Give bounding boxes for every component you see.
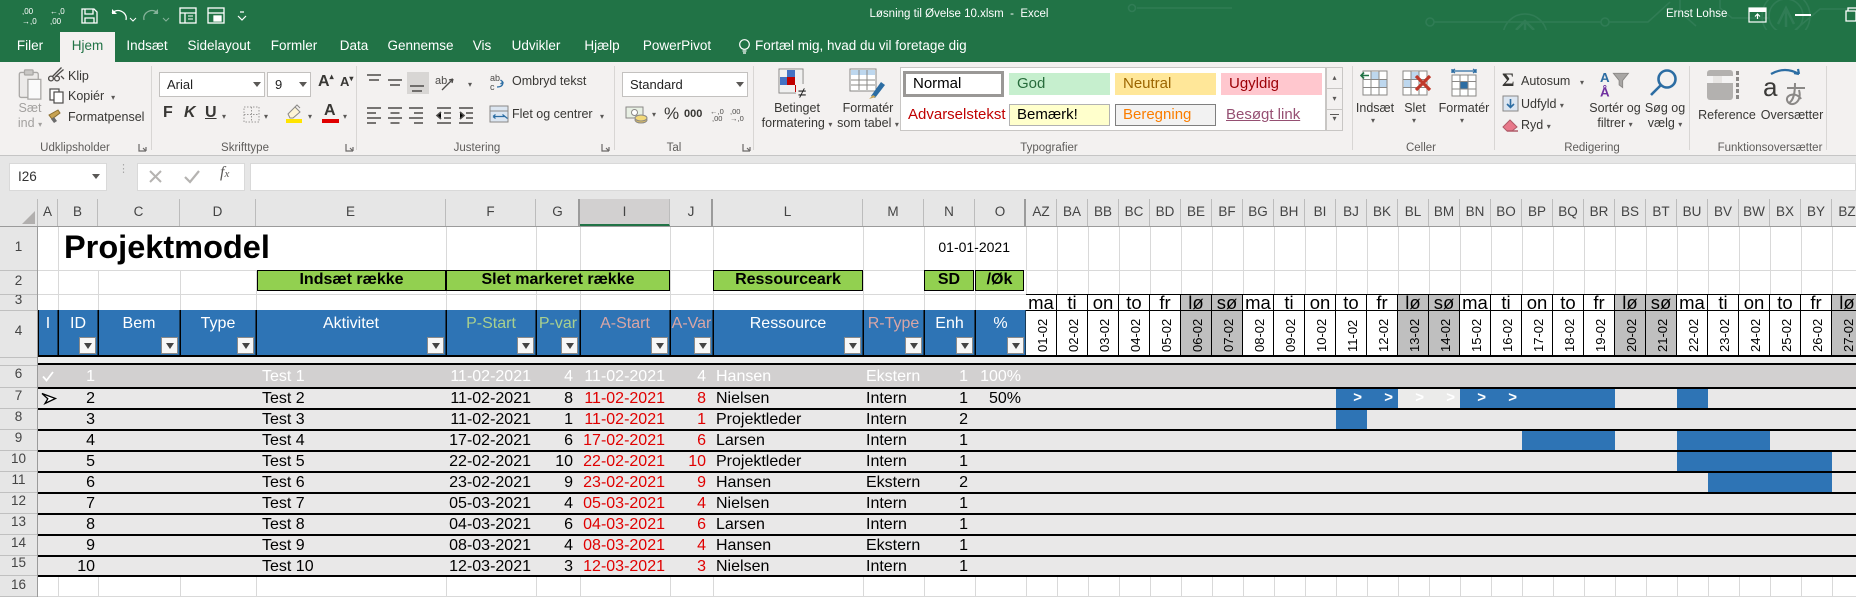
svg-text:≠: ≠ <box>798 85 806 100</box>
svg-text:→,0: →,0 <box>22 17 37 26</box>
svg-text:a: a <box>1763 72 1778 102</box>
svg-text:←,0: ←,0 <box>50 7 65 16</box>
svg-text:A: A <box>1600 70 1610 85</box>
svg-text:c: c <box>490 82 495 92</box>
svg-text:→,0: →,0 <box>730 114 744 122</box>
svg-text:,00: ,00 <box>712 114 722 122</box>
svg-text:,00: ,00 <box>22 7 34 16</box>
svg-text:,00: ,00 <box>50 17 62 26</box>
svg-text:ab: ab <box>435 75 447 87</box>
svg-text:Å: Å <box>1600 84 1610 99</box>
